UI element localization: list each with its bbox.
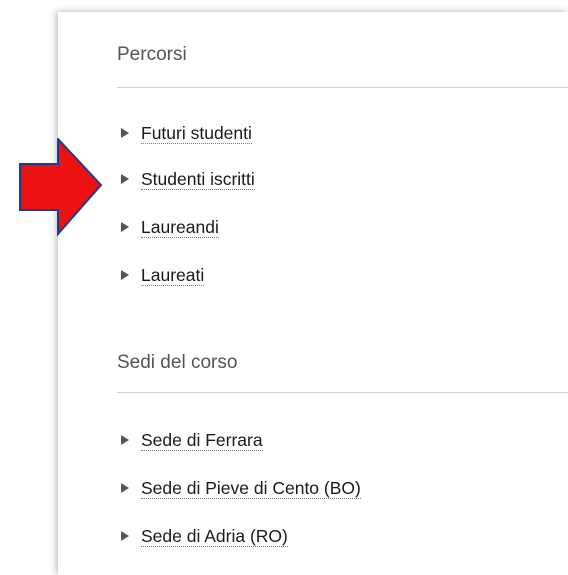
link-laureati[interactable]: Laureati xyxy=(141,265,205,286)
sedi-list: Sede di Ferrara Sede di Pieve di Cento (… xyxy=(117,416,361,560)
list-item-sede-pieve-di-cento[interactable]: Sede di Pieve di Cento (BO) xyxy=(117,464,361,512)
list-item-sede-adria[interactable]: Sede di Adria (RO) xyxy=(117,512,361,560)
link-sede-ferrara[interactable]: Sede di Ferrara xyxy=(141,430,263,451)
list-item-futuri-studenti[interactable]: Futuri studenti xyxy=(117,109,255,157)
list-item-studenti-iscritti[interactable]: Studenti iscritti xyxy=(117,155,255,203)
link-sede-adria[interactable]: Sede di Adria (RO) xyxy=(141,526,288,547)
section-divider xyxy=(117,87,568,88)
section-title-percorsi: Percorsi xyxy=(117,44,187,65)
link-studenti-iscritti[interactable]: Studenti iscritti xyxy=(141,169,255,190)
triangle-right-icon xyxy=(121,128,129,138)
list-item-sede-ferrara[interactable]: Sede di Ferrara xyxy=(117,416,361,464)
list-item-laureandi[interactable]: Laureandi xyxy=(117,203,255,251)
triangle-right-icon xyxy=(121,483,129,493)
link-sede-pieve-di-cento[interactable]: Sede di Pieve di Cento (BO) xyxy=(141,478,361,499)
triangle-right-icon xyxy=(121,270,129,280)
percorsi-list: Futuri studenti Studenti iscritti Laurea… xyxy=(117,109,255,299)
section-title-sedi-del-corso: Sedi del corso xyxy=(117,352,238,373)
list-item-laureati[interactable]: Laureati xyxy=(117,251,255,299)
red-arrow-annotation xyxy=(19,138,103,237)
page-canvas: Percorsi Futuri studenti Studenti iscrit… xyxy=(0,0,568,575)
section-divider xyxy=(117,392,568,393)
triangle-right-icon xyxy=(121,222,129,232)
link-futuri-studenti[interactable]: Futuri studenti xyxy=(141,123,252,144)
triangle-right-icon xyxy=(121,531,129,541)
triangle-right-icon xyxy=(121,174,129,184)
triangle-right-icon xyxy=(121,435,129,445)
link-laureandi[interactable]: Laureandi xyxy=(141,217,219,238)
